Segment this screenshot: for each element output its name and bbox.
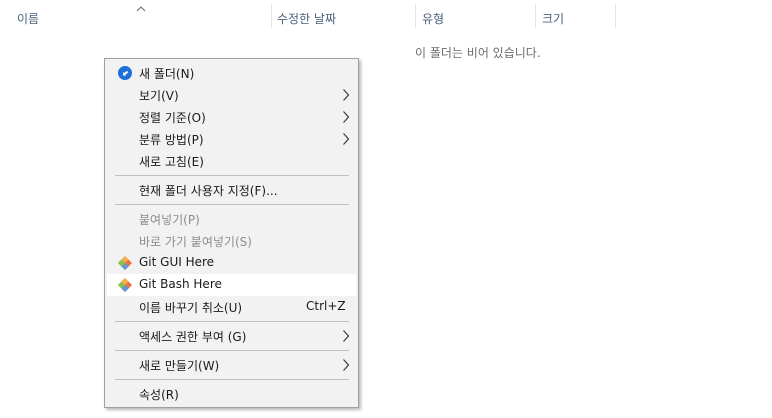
new-folder-icon: [118, 66, 132, 80]
menu-item-refresh[interactable]: 새로 고침(E): [107, 150, 356, 172]
menu-item-label: 바로 가기 붙여넣기(S): [139, 235, 252, 249]
menu-item-label: Git Bash Here: [139, 277, 222, 291]
menu-item-label: 새로 고침(E): [139, 155, 204, 169]
chevron-right-icon: [343, 330, 350, 342]
menu-item-undo-rename[interactable]: 이름 바꾸기 취소(U) Ctrl+Z: [107, 296, 356, 318]
menu-item-label: 보기(V): [139, 89, 179, 103]
column-divider[interactable]: [535, 4, 536, 28]
chevron-right-icon: [343, 359, 350, 371]
menu-item-label: 정렬 기준(O): [139, 111, 206, 125]
file-explorer-view: 이름 수정한 날짜 유형 크기 이 폴더는 비어 있습니다. 새 폴더(N) 보…: [0, 0, 772, 418]
menu-separator: [115, 204, 349, 205]
menu-item-label: 액세스 권한 부여 (G): [139, 330, 247, 344]
menu-separator: [115, 379, 349, 380]
context-menu: 새 폴더(N) 보기(V) 정렬 기준(O) 분류 방법(P) 새로 고침(E): [104, 58, 359, 408]
column-type[interactable]: 유형: [422, 10, 444, 27]
git-icon: [118, 256, 132, 270]
menu-item-label: 현재 폴더 사용자 지정(F)...: [139, 184, 278, 198]
menu-item-new-folder[interactable]: 새 폴더(N): [107, 62, 356, 84]
menu-item-label: 속성(R): [139, 388, 179, 402]
column-size[interactable]: 크기: [542, 10, 564, 27]
column-divider[interactable]: [271, 4, 272, 28]
menu-item-label: 분류 방법(P): [139, 133, 204, 147]
menu-item-shortcut: Ctrl+Z: [306, 299, 346, 313]
menu-separator: [115, 175, 349, 176]
sort-ascending-icon: [136, 6, 146, 12]
empty-folder-message: 이 폴더는 비어 있습니다.: [415, 46, 541, 60]
column-divider[interactable]: [615, 4, 616, 28]
column-name[interactable]: 이름: [17, 10, 39, 27]
chevron-right-icon: [343, 89, 350, 101]
chevron-right-icon: [343, 111, 350, 123]
menu-item-label: 새로 만들기(W): [139, 359, 220, 373]
menu-item-label: 새 폴더(N): [139, 67, 195, 81]
menu-item-label: 붙여넣기(P): [139, 213, 200, 227]
menu-item-new[interactable]: 새로 만들기(W): [107, 354, 356, 376]
menu-item-customize-folder[interactable]: 현재 폴더 사용자 지정(F)...: [107, 179, 356, 201]
menu-item-group-by[interactable]: 분류 방법(P): [107, 128, 356, 150]
menu-item-paste-shortcut[interactable]: 바로 가기 붙여넣기(S): [107, 230, 356, 252]
menu-item-sort-by[interactable]: 정렬 기준(O): [107, 106, 356, 128]
menu-item-label: Git GUI Here: [139, 255, 215, 269]
menu-item-git-bash-here[interactable]: Git Bash Here: [107, 274, 356, 296]
menu-separator: [115, 350, 349, 351]
menu-item-properties[interactable]: 속성(R): [107, 383, 356, 405]
menu-separator: [115, 321, 349, 322]
menu-item-git-gui-here[interactable]: Git GUI Here: [107, 252, 356, 274]
menu-item-view[interactable]: 보기(V): [107, 84, 356, 106]
menu-item-give-access[interactable]: 액세스 권한 부여 (G): [107, 325, 356, 347]
git-icon: [118, 278, 132, 292]
column-divider[interactable]: [415, 4, 416, 28]
menu-item-label: 이름 바꾸기 취소(U): [139, 301, 243, 315]
column-date-modified[interactable]: 수정한 날짜: [277, 10, 336, 27]
chevron-right-icon: [343, 133, 350, 145]
menu-item-paste[interactable]: 붙여넣기(P): [107, 208, 356, 230]
